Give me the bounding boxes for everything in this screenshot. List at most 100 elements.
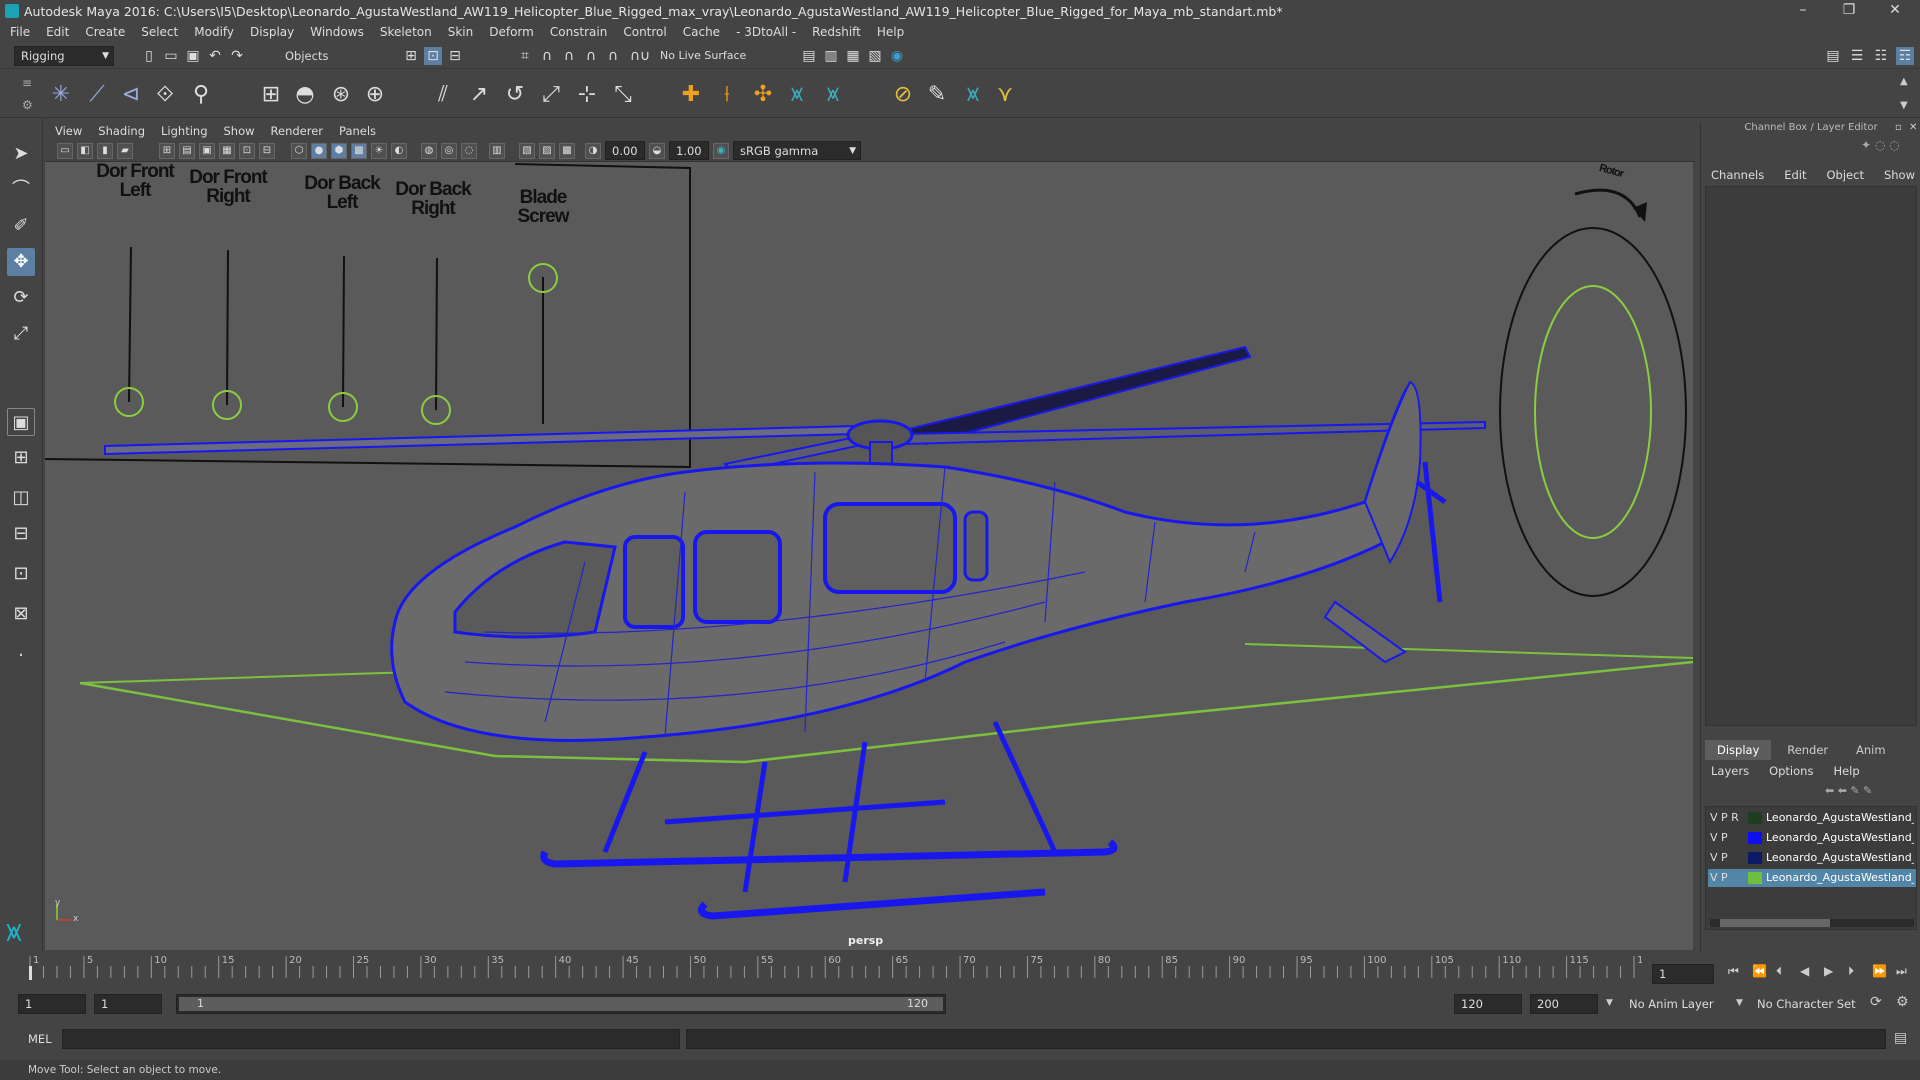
brush-icon[interactable]: ✎ bbox=[922, 80, 952, 110]
playback-start-field[interactable]: 1 bbox=[94, 994, 162, 1014]
select-component-icon[interactable]: ⊟ bbox=[446, 47, 464, 65]
scale-tool-icon[interactable]: ⤢ bbox=[7, 320, 35, 348]
render-frame-icon[interactable]: ▥ bbox=[822, 47, 840, 65]
rotate-tool-icon[interactable]: ⟳ bbox=[7, 284, 35, 312]
channel-box-icons[interactable]: ✦ ◌ ◌ bbox=[1861, 138, 1900, 152]
play-back-icon[interactable]: ◀ bbox=[1800, 964, 1809, 978]
smooth-shade-icon[interactable]: ● bbox=[311, 143, 327, 159]
step-forward-icon[interactable]: ⏩ bbox=[1872, 964, 1887, 978]
save-scene-icon[interactable]: ▣ bbox=[184, 47, 202, 65]
render-view-icon[interactable]: ▤ bbox=[800, 47, 818, 65]
auto-key-icon[interactable]: ⟳ bbox=[1870, 994, 1882, 1010]
mirror-joint-icon[interactable]: ✣ bbox=[748, 80, 778, 110]
viewport-persp[interactable]: Dor Front Left Dor Front Right Dor Back … bbox=[45, 162, 1693, 950]
orient-constraint-icon[interactable]: ↺ bbox=[500, 80, 530, 110]
channelbox-menu-channels[interactable]: Channels bbox=[1701, 168, 1774, 182]
scale-constraint-icon[interactable]: ⤢ bbox=[536, 80, 566, 110]
dof-icon[interactable]: ▩ bbox=[559, 143, 575, 159]
float-panel-icon[interactable]: ▫ bbox=[1895, 122, 1902, 133]
exposure-icon[interactable]: ◑ bbox=[585, 143, 601, 159]
cluster-icon[interactable]: ◓ bbox=[290, 80, 320, 110]
character-icon[interactable]: ⚲ bbox=[186, 80, 216, 110]
menu-skin[interactable]: Skin bbox=[440, 22, 482, 42]
layer-color-swatch[interactable] bbox=[1748, 872, 1762, 884]
go-end-icon[interactable]: ⏭ bbox=[1896, 964, 1907, 979]
tab-render[interactable]: Render bbox=[1775, 740, 1840, 760]
rotor-ctrl-outer[interactable] bbox=[1499, 227, 1687, 597]
chevron-down-icon[interactable]: ▼ bbox=[1736, 998, 1743, 1008]
menu-redshift[interactable]: Redshift bbox=[804, 22, 869, 42]
attribute-editor-icon[interactable]: ☰ bbox=[1848, 47, 1866, 65]
shadows-icon[interactable]: ◐ bbox=[391, 143, 407, 159]
maximize-button[interactable]: ❐ bbox=[1826, 0, 1872, 22]
safe-action-icon[interactable]: ⊟ bbox=[259, 143, 275, 159]
film-gate-icon[interactable]: ▤ bbox=[179, 143, 195, 159]
locator-icon[interactable]: ✚ bbox=[676, 80, 706, 110]
tab-anim[interactable]: Anim bbox=[1844, 740, 1898, 760]
select-tool-icon[interactable]: ➤ bbox=[7, 140, 35, 168]
redo-icon[interactable]: ↷ bbox=[228, 47, 246, 65]
menu-select[interactable]: Select bbox=[133, 22, 186, 42]
maya-shelf-m2-icon[interactable]: ⩙ bbox=[818, 80, 848, 110]
two-view-icon[interactable]: ◫ bbox=[7, 484, 35, 512]
layer-row[interactable]: V P Leonardo_AgustaWestland_AW119 bbox=[1708, 849, 1916, 867]
wrap-icon[interactable]: ⊛ bbox=[326, 80, 356, 110]
skin-bind-icon[interactable]: ⟐ bbox=[150, 80, 180, 110]
close-panel-icon[interactable]: ✕ bbox=[1909, 122, 1917, 133]
xray-icon[interactable]: ◍ bbox=[421, 143, 437, 159]
move-tool-icon[interactable]: ✥ bbox=[7, 248, 35, 276]
magnet-icon[interactable]: ∪ bbox=[636, 47, 654, 65]
layer-row[interactable]: V P R Leonardo_AgustaWestland_AW119 bbox=[1708, 809, 1916, 827]
go-start-icon[interactable]: ⏮ bbox=[1728, 964, 1739, 979]
shelf-scroll-down-icon[interactable]: ▼ bbox=[1900, 100, 1908, 111]
sculpt-icon[interactable]: ⊕ bbox=[360, 80, 390, 110]
viewport-menu-lighting[interactable]: Lighting bbox=[153, 122, 215, 140]
aim-constraint-icon[interactable]: ↗ bbox=[464, 80, 494, 110]
resolution-gate-icon[interactable]: ▣ bbox=[199, 143, 215, 159]
command-input[interactable] bbox=[62, 1029, 680, 1049]
range-slider[interactable]: 1 120 bbox=[176, 994, 946, 1014]
new-scene-icon[interactable]: ▯ bbox=[140, 47, 158, 65]
open-scene-icon[interactable]: ▭ bbox=[162, 47, 180, 65]
channelbox-menu-edit[interactable]: Edit bbox=[1774, 168, 1816, 182]
channelbox-menu-object[interactable]: Object bbox=[1817, 168, 1874, 182]
ambient-occlusion-icon[interactable]: ▥ bbox=[489, 143, 505, 159]
script-icon[interactable]: ⋎ bbox=[990, 80, 1020, 110]
render-settings-icon[interactable]: ▧ bbox=[866, 47, 884, 65]
layer-color-swatch[interactable] bbox=[1748, 852, 1762, 864]
lattice-icon[interactable]: ⊞ bbox=[256, 80, 286, 110]
scene-start-field[interactable]: 1 bbox=[18, 994, 86, 1014]
select-object-icon[interactable]: ⊡ bbox=[424, 47, 442, 65]
snap-surface-icon[interactable]: ∩ bbox=[604, 47, 622, 65]
shelf-menu-icon[interactable]: ≡ bbox=[22, 76, 32, 90]
xray-joints-icon[interactable]: ◎ bbox=[441, 143, 457, 159]
outliner-view-icon[interactable]: ⊟ bbox=[7, 520, 35, 548]
four-view-icon[interactable]: ⊞ bbox=[7, 444, 35, 472]
snap-point-icon[interactable]: ∩ bbox=[560, 47, 578, 65]
minimize-button[interactable]: – bbox=[1780, 0, 1826, 22]
playback-end-field[interactable]: 120 bbox=[1454, 994, 1522, 1014]
undo-icon[interactable]: ↶ bbox=[206, 47, 224, 65]
menu-3dtoall[interactable]: - 3DtoAll - bbox=[728, 22, 804, 42]
channel-box-area[interactable] bbox=[1705, 186, 1917, 726]
chevron-down-icon[interactable]: ▼ bbox=[1606, 998, 1613, 1008]
pole-vector-icon[interactable]: ⤡ bbox=[608, 80, 638, 110]
camera-attrs-icon[interactable]: ◧ bbox=[77, 143, 93, 159]
menu-constrain[interactable]: Constrain bbox=[542, 22, 616, 42]
menu-deform[interactable]: Deform bbox=[481, 22, 542, 42]
grid-toggle-icon[interactable]: ⊞ bbox=[159, 143, 175, 159]
layer-row-selected[interactable]: V P Leonardo_AgustaWestland_AW119 bbox=[1708, 869, 1916, 887]
select-hierarchy-icon[interactable]: ⊞ bbox=[402, 47, 420, 65]
menu-windows[interactable]: Windows bbox=[302, 22, 372, 42]
single-view-icon[interactable]: ▣ bbox=[7, 408, 35, 436]
menu-file[interactable]: File bbox=[2, 22, 38, 42]
tool-settings-icon[interactable]: ☷ bbox=[1872, 47, 1890, 65]
ipr-render-icon[interactable]: ▦ bbox=[844, 47, 862, 65]
menuset-dropdown[interactable]: Rigging ▼ bbox=[14, 46, 114, 66]
point-constraint-icon[interactable]: ⫽ bbox=[428, 80, 458, 110]
step-forward-key-icon[interactable]: ⏵ bbox=[1848, 964, 1854, 979]
modeling-toolkit-icon[interactable]: ▤ bbox=[1824, 47, 1842, 65]
live-surface-label[interactable]: No Live Surface bbox=[660, 49, 746, 62]
isolate-select-icon[interactable]: ◌ bbox=[461, 143, 477, 159]
menu-create[interactable]: Create bbox=[77, 22, 133, 42]
